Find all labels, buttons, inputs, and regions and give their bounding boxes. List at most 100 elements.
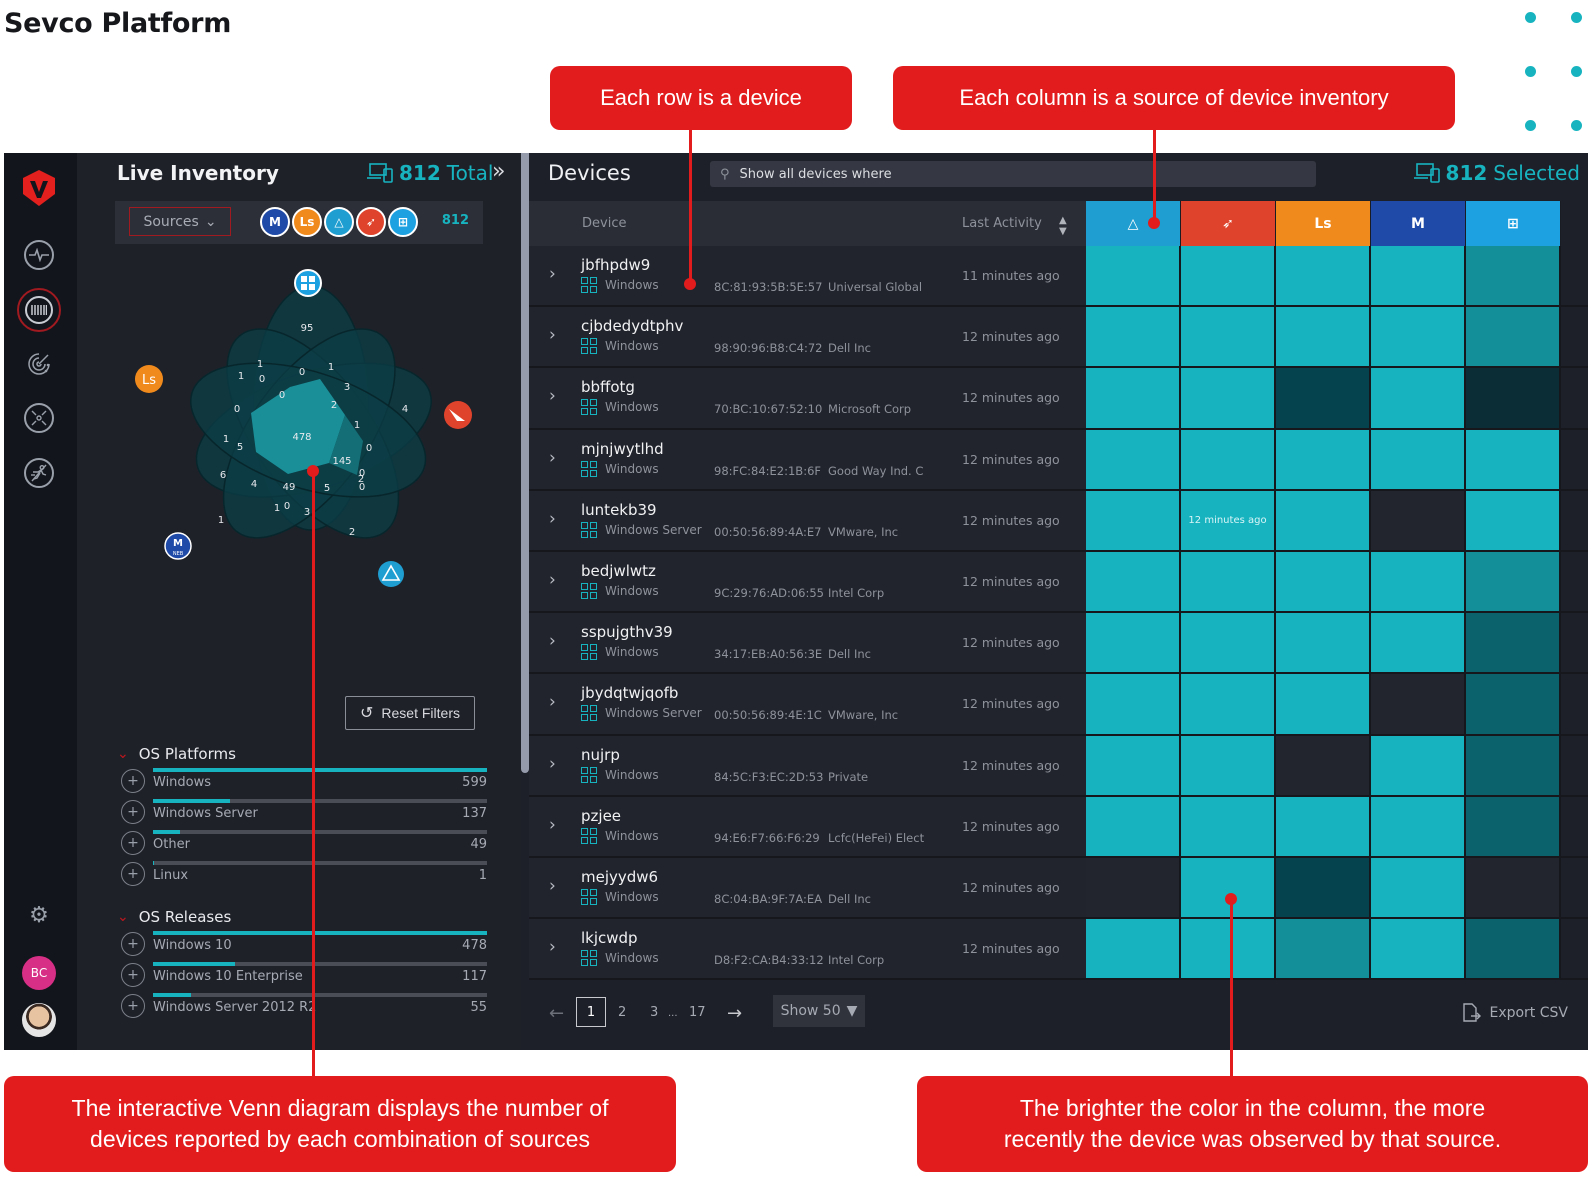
venn-badge-prisma[interactable] xyxy=(378,561,404,587)
column-header-device[interactable]: Device xyxy=(582,216,626,231)
facet-item[interactable]: + Windows Server 137 xyxy=(117,796,489,827)
settings-gear-icon[interactable]: ⚙ xyxy=(24,900,54,930)
device-name[interactable]: nujrp xyxy=(581,746,620,764)
venn-region-count[interactable]: 0 xyxy=(259,374,265,385)
sevco-logo-icon[interactable] xyxy=(23,170,55,206)
source-recency-cell[interactable] xyxy=(1086,490,1181,550)
add-filter-plus-icon[interactable]: + xyxy=(121,800,145,824)
venn-region-count[interactable]: 6 xyxy=(220,470,226,481)
page-size-select[interactable]: Show 50 ▼ xyxy=(773,995,865,1027)
source-recency-cell[interactable] xyxy=(1371,307,1466,367)
venn-region-count[interactable]: 5 xyxy=(237,442,243,453)
source-recency-cell[interactable] xyxy=(1181,735,1276,795)
source-recency-cell[interactable] xyxy=(1086,857,1181,918)
add-filter-plus-icon[interactable]: + xyxy=(121,831,145,855)
expand-chevron-icon[interactable]: › xyxy=(549,876,556,896)
page-link[interactable]: 2 xyxy=(618,1005,626,1020)
venn-region-count[interactable]: 2 xyxy=(331,400,337,411)
source-recency-cell[interactable] xyxy=(1181,368,1276,428)
source-recency-cell[interactable] xyxy=(1276,490,1371,550)
source-recency-cell[interactable] xyxy=(1276,429,1371,489)
panel-scrollbar[interactable] xyxy=(521,153,529,773)
source-recency-cell[interactable] xyxy=(1276,857,1371,918)
reset-filters-button[interactable]: ↺ Reset Filters xyxy=(345,696,475,730)
venn-region-count[interactable]: 3 xyxy=(304,507,310,518)
source-recency-cell[interactable] xyxy=(1276,246,1371,306)
venn-region-count[interactable]: 1 xyxy=(328,362,334,373)
next-page-arrow-icon[interactable]: → xyxy=(727,1003,742,1024)
page-link[interactable]: 3 xyxy=(650,1005,658,1020)
source-recency-cell[interactable] xyxy=(1371,919,1466,979)
source-recency-cell[interactable] xyxy=(1466,551,1561,612)
expand-chevron-icon[interactable]: › xyxy=(549,815,556,835)
facet-item[interactable]: + Windows 10 478 xyxy=(117,928,489,959)
device-name[interactable]: bbffotg xyxy=(581,378,635,396)
activity-pulse-icon[interactable] xyxy=(24,240,54,270)
source-badge-malwarebytes-icon[interactable]: M xyxy=(260,207,290,237)
source-recency-cell[interactable] xyxy=(1181,246,1276,306)
source-recency-cell[interactable] xyxy=(1371,368,1466,428)
source-recency-cell[interactable] xyxy=(1466,674,1561,734)
radar-icon[interactable] xyxy=(24,349,54,379)
device-row[interactable]: › pzjee Windows 94:E6:F7:66:F6:29 Lcfc(HeFei… xyxy=(529,796,1588,858)
source-recency-cell[interactable]: 12 minutes ago xyxy=(1181,490,1276,550)
network-integrations-icon[interactable] xyxy=(24,403,54,433)
source-recency-cell[interactable] xyxy=(1466,857,1561,918)
venn-region-count[interactable]: 0 xyxy=(279,390,285,401)
source-recency-cell[interactable] xyxy=(1371,490,1466,550)
add-filter-plus-icon[interactable]: + xyxy=(121,963,145,987)
source-recency-cell[interactable] xyxy=(1466,246,1561,306)
expand-chevron-icon[interactable]: › xyxy=(549,631,556,651)
source-recency-cell[interactable] xyxy=(1086,674,1181,734)
device-row[interactable]: › mjnjwytlhd Windows 98:FC:84:E2:1B:6F Good … xyxy=(529,429,1588,491)
device-name[interactable]: mjnjwytlhd xyxy=(581,440,664,458)
source-column-crowdstrike-icon[interactable]: ➶ xyxy=(1181,201,1276,246)
venn-region-count[interactable]: 1 xyxy=(257,359,263,370)
venn-region-count[interactable]: 2 xyxy=(358,474,364,485)
prev-page-arrow-icon[interactable]: ← xyxy=(549,1003,564,1024)
source-recency-cell[interactable] xyxy=(1371,613,1466,673)
venn-region-count[interactable]: 0 xyxy=(234,404,240,415)
column-header-last-activity[interactable]: Last Activity xyxy=(962,216,1042,231)
source-badge-prisma-icon[interactable]: △ xyxy=(324,207,354,237)
venn-region-count[interactable]: 0 xyxy=(284,501,290,512)
facet-header[interactable]: ⌄ OS Platforms xyxy=(117,743,489,765)
facet-item[interactable]: + Linux 1 xyxy=(117,858,489,889)
venn-diagram[interactable]: 478 9511 00 13020 4101514500264 49 51 0312 Ls … xyxy=(117,263,497,603)
source-recency-cell[interactable] xyxy=(1181,674,1276,734)
venn-region-count[interactable]: 1 xyxy=(274,503,280,514)
venn-region-count[interactable]: 0 xyxy=(366,443,372,454)
source-recency-cell[interactable] xyxy=(1466,368,1561,428)
page-current[interactable]: 1 xyxy=(576,997,606,1027)
source-recency-cell[interactable] xyxy=(1276,613,1371,673)
expand-chevron-icon[interactable]: › xyxy=(549,264,556,284)
collapse-panel-icon[interactable]: » xyxy=(492,159,505,184)
source-recency-cell[interactable] xyxy=(1086,551,1181,612)
source-recency-cell[interactable] xyxy=(1276,796,1371,856)
add-filter-plus-icon[interactable]: + xyxy=(121,932,145,956)
source-recency-cell[interactable] xyxy=(1181,551,1276,612)
venn-badge-windows[interactable] xyxy=(294,269,322,297)
device-row[interactable]: › bedjwlwtz Windows 9C:29:76:AD:06:55 Intel … xyxy=(529,551,1588,614)
source-recency-cell[interactable] xyxy=(1466,490,1561,550)
source-column-logstash-icon[interactable]: Ls xyxy=(1276,201,1371,246)
venn-region-count[interactable]: 2 xyxy=(349,527,355,538)
source-recency-cell[interactable] xyxy=(1466,429,1561,489)
venn-badge-logstash[interactable]: Ls xyxy=(135,365,163,393)
source-badge-windows-icon[interactable]: ⊞ xyxy=(388,207,418,237)
device-row[interactable]: › sspujgthv39 Windows 34:17:EB:A0:56:3E Dell… xyxy=(529,613,1588,675)
source-recency-cell[interactable] xyxy=(1466,919,1561,979)
expand-chevron-icon[interactable]: › xyxy=(549,386,556,406)
export-csv-button[interactable]: Export CSV xyxy=(1461,1003,1568,1023)
source-recency-cell[interactable] xyxy=(1086,796,1181,856)
device-name[interactable]: mejyydw6 xyxy=(581,868,658,886)
device-row[interactable]: › luntekb39 Windows Server 00:50:56:89:4A:E… xyxy=(529,490,1588,552)
expand-chevron-icon[interactable]: › xyxy=(549,754,556,774)
source-recency-cell[interactable] xyxy=(1086,429,1181,489)
venn-region-count[interactable]: 145 xyxy=(332,456,351,467)
venn-badge-malwarebytes[interactable]: M NEB xyxy=(164,532,192,560)
source-recency-cell[interactable] xyxy=(1371,246,1466,306)
source-column-prisma-icon[interactable]: △ xyxy=(1086,201,1181,246)
venn-region-count[interactable]: 4 xyxy=(402,404,408,415)
venn-region-count[interactable]: 49 xyxy=(283,482,296,493)
